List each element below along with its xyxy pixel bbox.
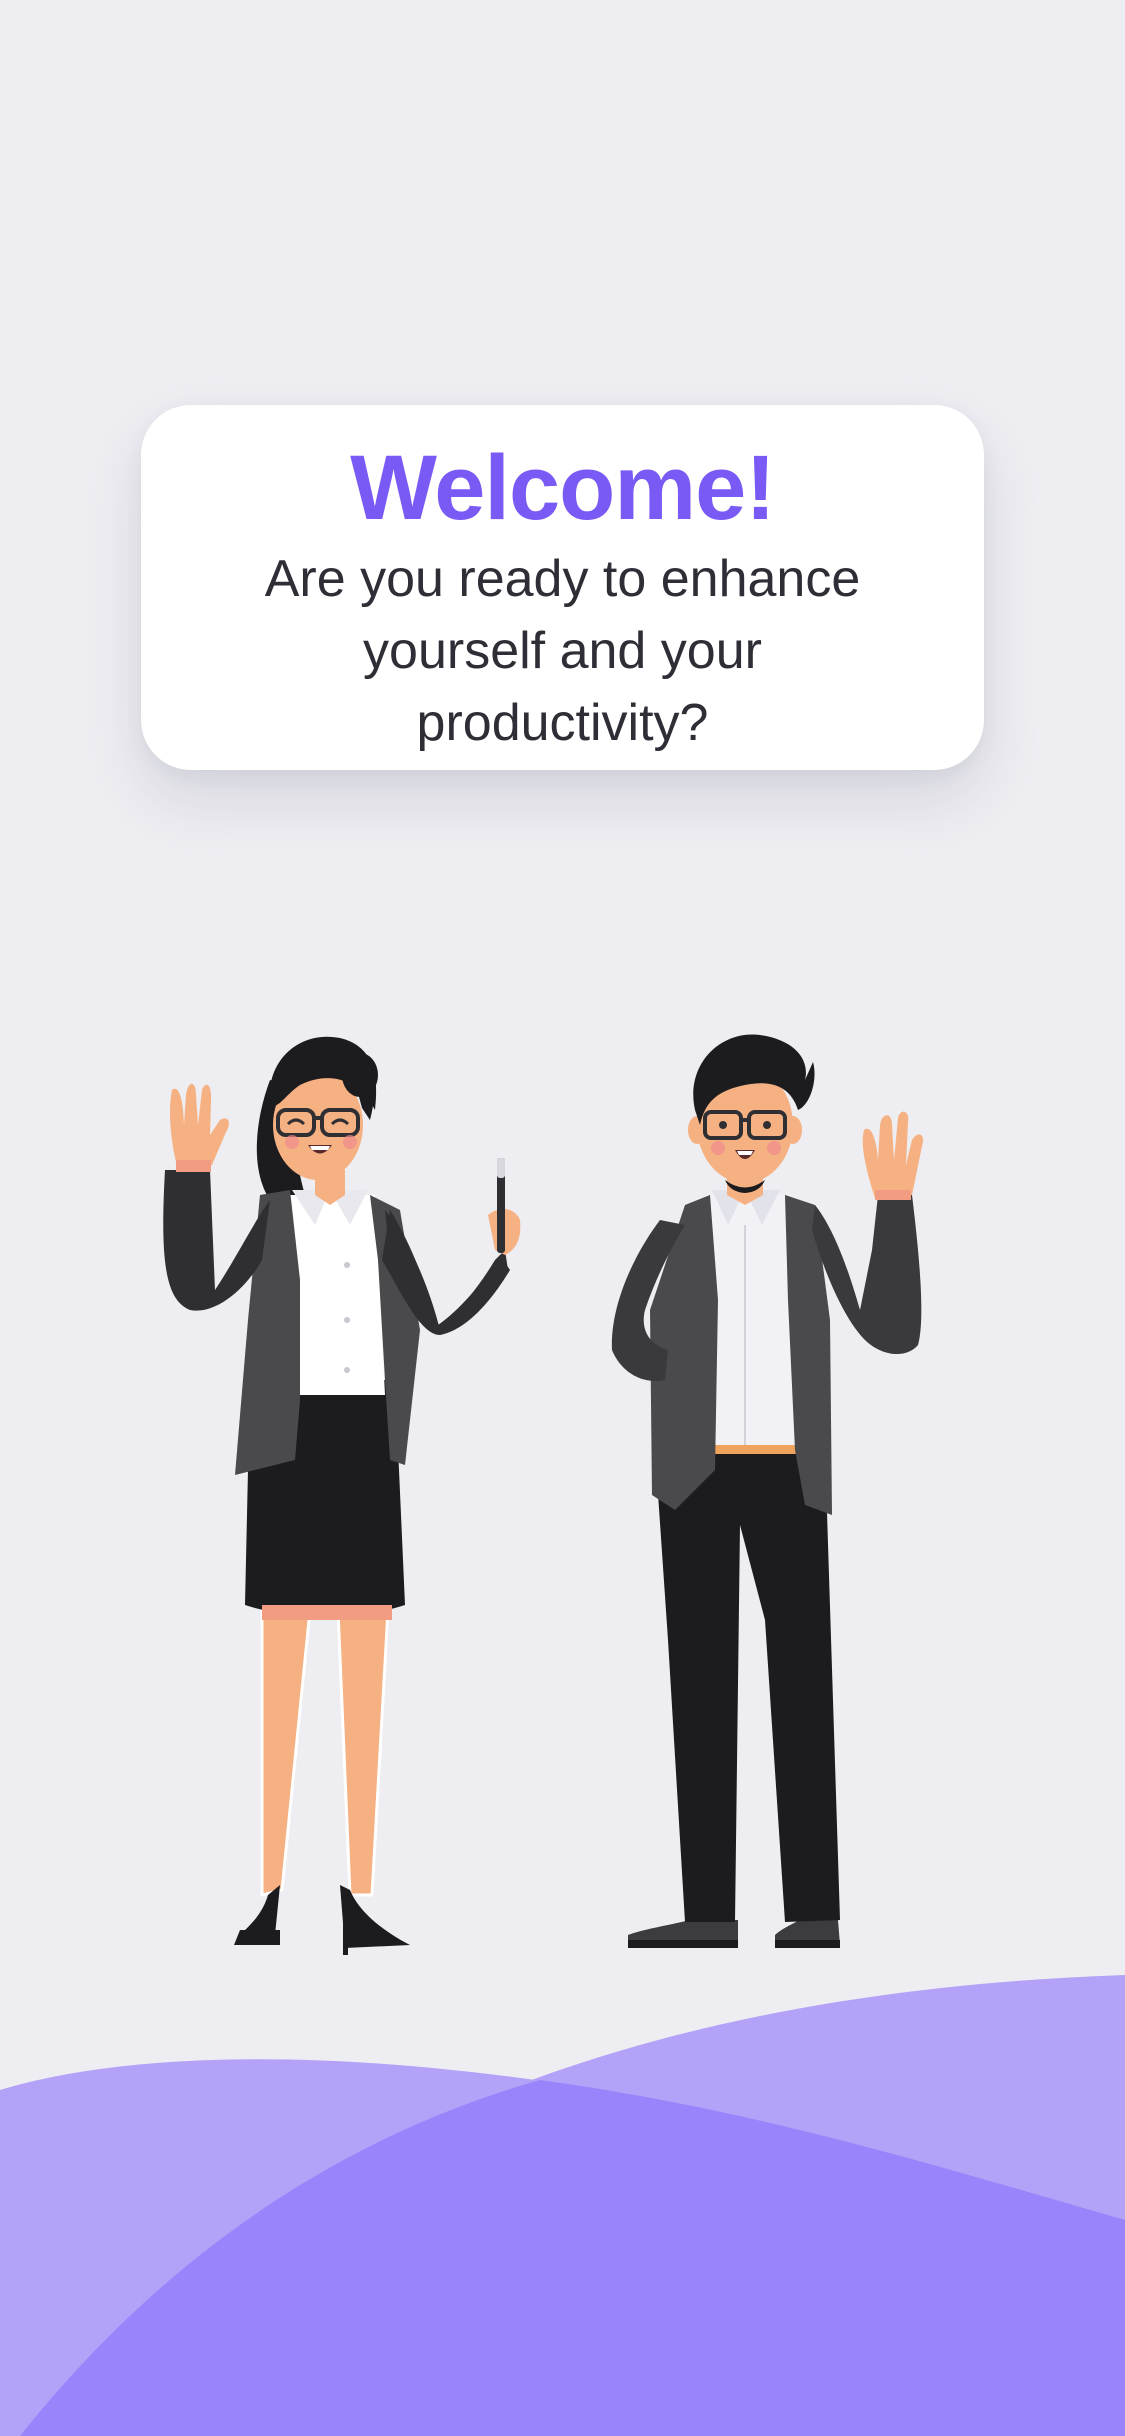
man-figure xyxy=(611,1034,924,1948)
welcome-screen: Welcome! Are you ready to enhance yourse… xyxy=(0,0,1125,2436)
woman-figure xyxy=(163,1036,521,1955)
people-illustration xyxy=(163,1034,924,1955)
